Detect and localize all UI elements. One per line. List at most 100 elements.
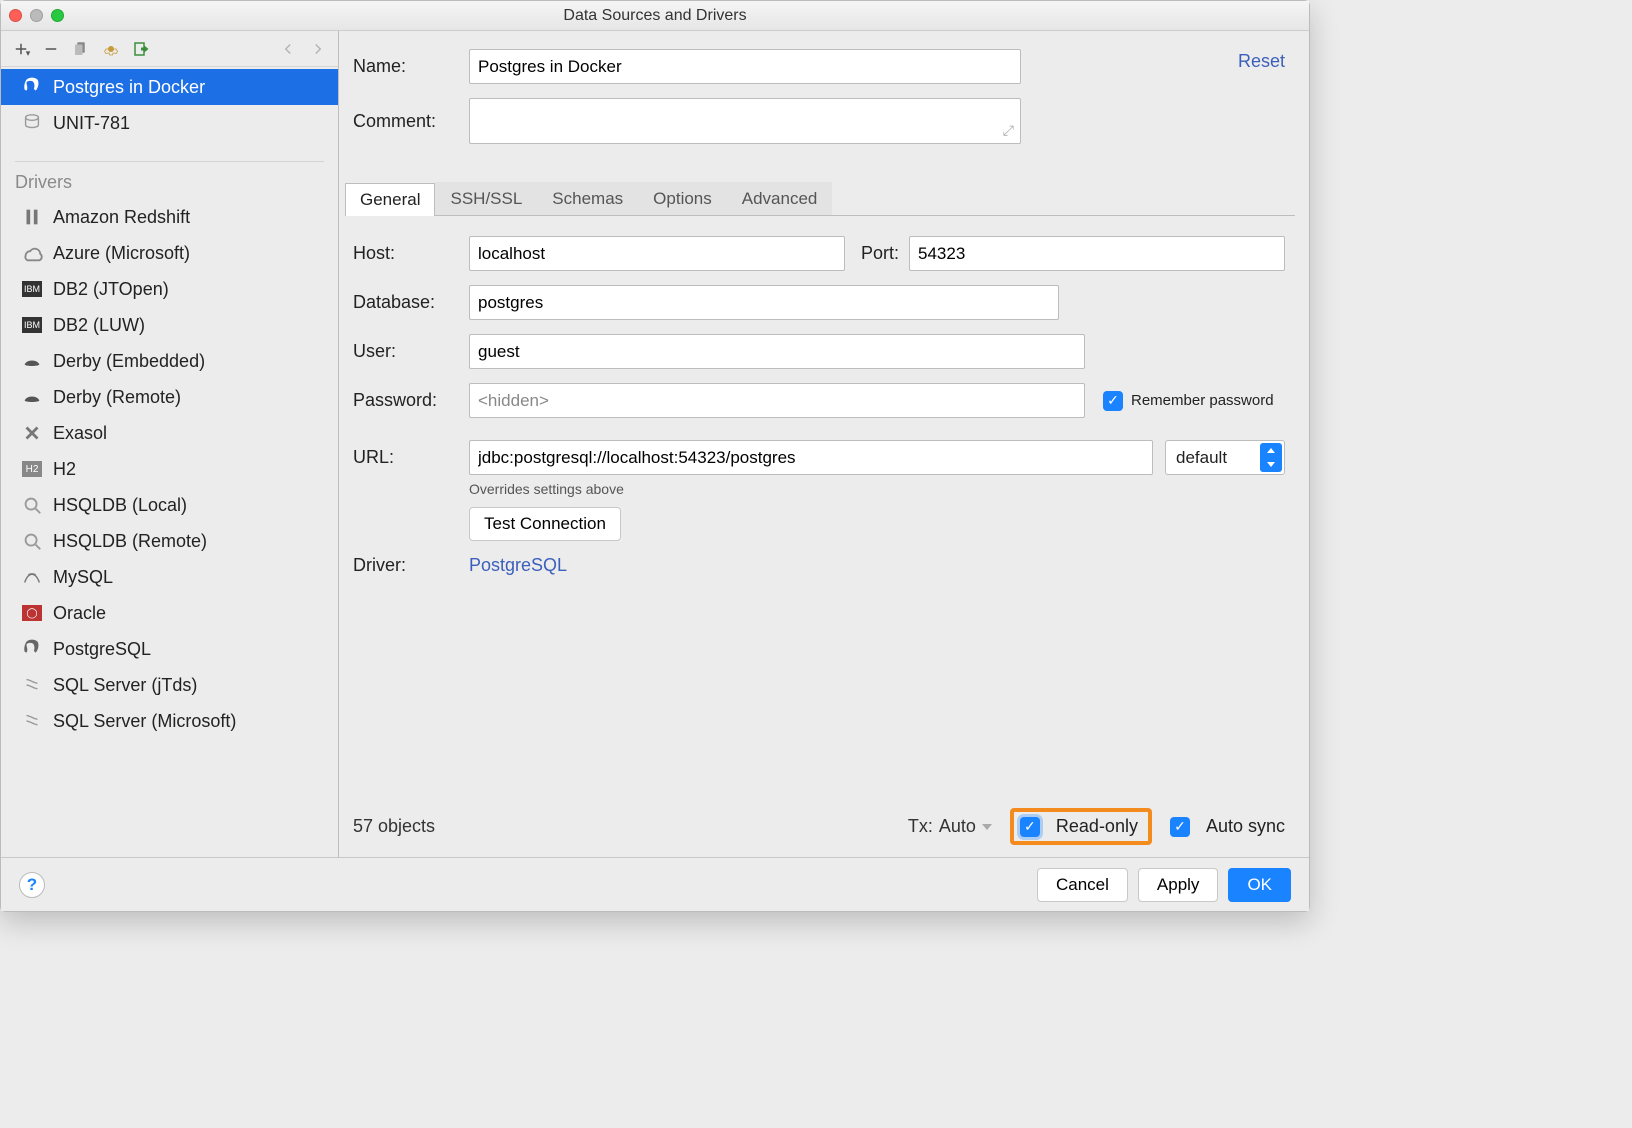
- postgres-icon: [21, 638, 43, 660]
- hsqldb-icon: [21, 530, 43, 552]
- window-controls: [9, 9, 64, 22]
- tab-bar: General SSH/SSL Schemas Options Advanced: [345, 182, 1295, 216]
- tab-options[interactable]: Options: [638, 182, 727, 215]
- db2-icon: IBM: [21, 278, 43, 300]
- hsqldb-icon: [21, 494, 43, 516]
- driver-item[interactable]: MySQL: [1, 559, 338, 595]
- user-input[interactable]: [469, 334, 1085, 369]
- driver-item[interactable]: ◯Oracle: [1, 595, 338, 631]
- user-label: User:: [353, 341, 469, 362]
- autosync-checkbox[interactable]: ✓: [1170, 817, 1190, 837]
- driver-item[interactable]: Azure (Microsoft): [1, 235, 338, 271]
- database-input[interactable]: [469, 285, 1059, 320]
- driver-item[interactable]: HSQLDB (Remote): [1, 523, 338, 559]
- stepper-icon: [1260, 443, 1282, 472]
- readonly-highlight: ✓ Read-only: [1010, 808, 1152, 845]
- ok-button[interactable]: OK: [1228, 868, 1291, 902]
- readonly-label: Read-only: [1056, 816, 1138, 837]
- redshift-icon: [21, 206, 43, 228]
- tab-advanced[interactable]: Advanced: [727, 182, 833, 215]
- password-label: Password:: [353, 390, 469, 411]
- driver-item[interactable]: IBMDB2 (LUW): [1, 307, 338, 343]
- close-window-button[interactable]: [9, 9, 22, 22]
- sidebar: ▾: [1, 31, 339, 911]
- dialog-window: Data Sources and Drivers ▾: [0, 0, 1310, 912]
- comment-input[interactable]: ⤢: [469, 98, 1021, 144]
- test-connection-button[interactable]: Test Connection: [469, 507, 621, 541]
- exasol-icon: [21, 422, 43, 444]
- driver-item[interactable]: Derby (Remote): [1, 379, 338, 415]
- zoom-window-button[interactable]: [51, 9, 64, 22]
- sqlserver-icon: [21, 710, 43, 732]
- datasource-label: UNIT-781: [53, 113, 130, 134]
- autosync-wrap: ✓ Auto sync: [1170, 816, 1285, 837]
- tab-ssh-ssl[interactable]: SSH/SSL: [435, 182, 537, 215]
- name-input[interactable]: [469, 49, 1021, 84]
- chevron-down-icon: [982, 824, 992, 830]
- driver-item[interactable]: H2H2: [1, 451, 338, 487]
- objects-count: 57 objects: [353, 816, 435, 837]
- name-label: Name:: [353, 56, 469, 77]
- datasource-tree: Postgres in Docker UNIT-781: [1, 67, 338, 141]
- drivers-header: Drivers: [1, 172, 338, 199]
- window-title: Data Sources and Drivers: [1, 7, 1309, 25]
- driver-item[interactable]: SQL Server (jTds): [1, 667, 338, 703]
- host-label: Host:: [353, 243, 469, 264]
- settings-icon[interactable]: [99, 37, 123, 61]
- add-button[interactable]: ▾: [9, 37, 33, 61]
- status-bar: 57 objects Tx: Auto ✓ Read-only ✓ Auto s…: [353, 808, 1285, 845]
- password-input[interactable]: [469, 383, 1085, 418]
- database-label: Database:: [353, 292, 469, 313]
- derby-icon: [21, 386, 43, 408]
- driver-item[interactable]: Amazon Redshift: [1, 199, 338, 235]
- datasource-label: Postgres in Docker: [53, 77, 205, 98]
- readonly-checkbox[interactable]: ✓: [1020, 817, 1040, 837]
- port-input[interactable]: [909, 236, 1285, 271]
- db2-icon: IBM: [21, 314, 43, 336]
- comment-label: Comment:: [353, 111, 469, 132]
- nav-forward-button[interactable]: [306, 37, 330, 61]
- reset-link[interactable]: Reset: [1238, 51, 1285, 72]
- host-input[interactable]: [469, 236, 845, 271]
- url-mode-select[interactable]: default: [1165, 440, 1285, 475]
- tab-schemas[interactable]: Schemas: [537, 182, 638, 215]
- duplicate-button[interactable]: [69, 37, 93, 61]
- driver-item[interactable]: IBMDB2 (JTOpen): [1, 271, 338, 307]
- driver-item[interactable]: PostgreSQL: [1, 631, 338, 667]
- url-helper-text: Overrides settings above: [469, 481, 1285, 497]
- h2-icon: H2: [21, 458, 43, 480]
- autosync-label: Auto sync: [1206, 816, 1285, 837]
- help-button[interactable]: ?: [19, 872, 45, 898]
- datasource-item[interactable]: Postgres in Docker: [1, 69, 338, 105]
- tab-general[interactable]: General: [345, 183, 435, 216]
- datasource-item[interactable]: UNIT-781: [1, 105, 338, 141]
- driver-item[interactable]: Derby (Embedded): [1, 343, 338, 379]
- cancel-button[interactable]: Cancel: [1037, 868, 1128, 902]
- minimize-window-button[interactable]: [30, 9, 43, 22]
- tx-selector[interactable]: Tx: Auto: [908, 816, 992, 837]
- driver-link[interactable]: PostgreSQL: [469, 555, 567, 576]
- divider: [15, 161, 324, 162]
- general-section: Host: Port: Database: User: Password:: [339, 216, 1309, 590]
- import-button[interactable]: [129, 37, 153, 61]
- mysql-icon: [21, 566, 43, 588]
- titlebar: Data Sources and Drivers: [1, 1, 1309, 31]
- nav-back-button[interactable]: [276, 37, 300, 61]
- server-icon: [21, 112, 43, 134]
- derby-icon: [21, 350, 43, 372]
- sqlserver-icon: [21, 674, 43, 696]
- url-input[interactable]: [469, 440, 1153, 475]
- remove-button[interactable]: [39, 37, 63, 61]
- driver-item[interactable]: HSQLDB (Local): [1, 487, 338, 523]
- remember-password-checkbox[interactable]: ✓: [1103, 391, 1123, 411]
- url-label: URL:: [353, 447, 469, 468]
- expand-icon[interactable]: ⤢: [1003, 122, 1014, 139]
- driver-item[interactable]: Exasol: [1, 415, 338, 451]
- apply-button[interactable]: Apply: [1138, 868, 1219, 902]
- oracle-icon: ◯: [21, 602, 43, 624]
- sidebar-toolbar: ▾: [1, 31, 338, 67]
- driver-label: Driver:: [353, 555, 469, 576]
- azure-icon: [21, 242, 43, 264]
- remember-password-label: Remember password: [1131, 392, 1274, 409]
- driver-item[interactable]: SQL Server (Microsoft): [1, 703, 338, 739]
